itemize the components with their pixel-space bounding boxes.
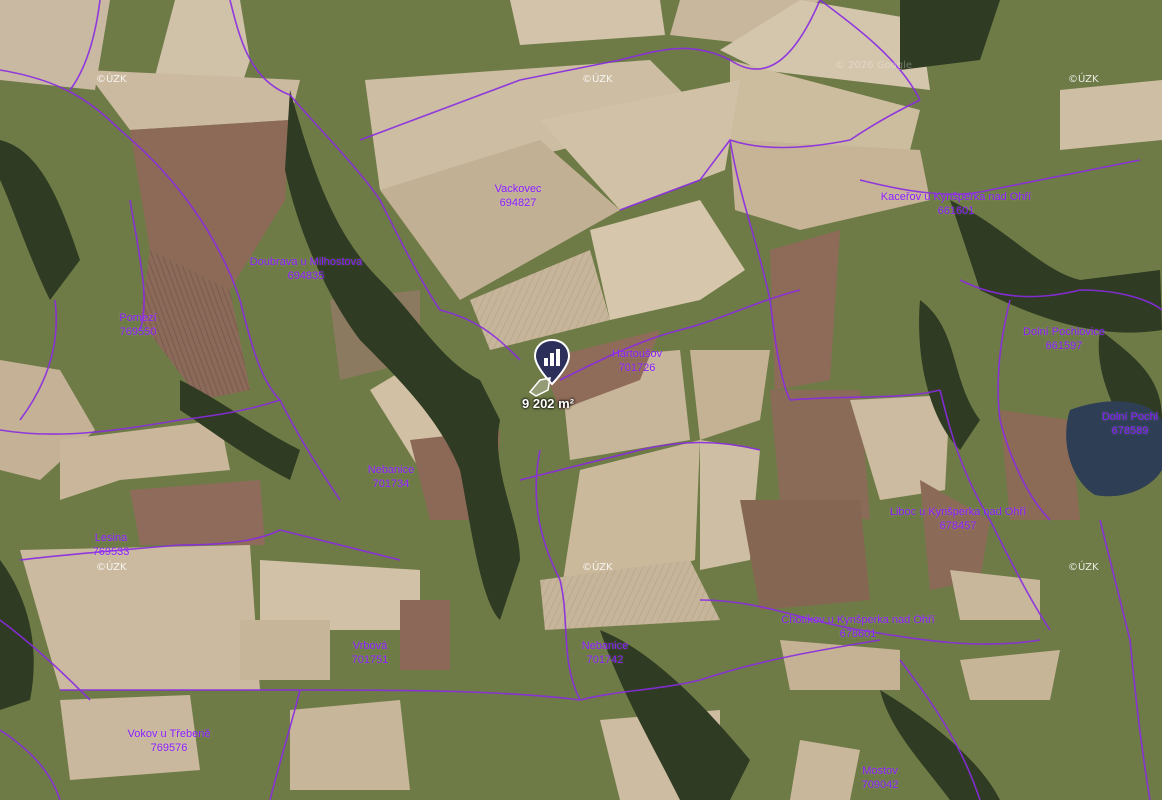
- uzk-watermark: ©ÚZK: [96, 74, 127, 85]
- region-label: Chotíkov u Kynšperka nad Ohří 678601: [781, 614, 935, 640]
- region-label: Doubrava u Milhostova 694835: [249, 256, 363, 282]
- uzk-watermark: ©ÚZK: [582, 562, 613, 573]
- uzk-watermark: ©ÚZK: [1068, 562, 1099, 573]
- selected-parcel-outline[interactable]: [528, 372, 554, 398]
- region-label: Hartoušov 701726: [611, 348, 663, 374]
- region-label: Dolní Pochlovice 661597: [1023, 326, 1105, 352]
- uzk-watermark: ©ÚZK: [1068, 74, 1099, 85]
- satellite-map[interactable]: [0, 0, 1162, 800]
- uzk-watermark: ©ÚZK: [582, 74, 613, 85]
- parcel-area-label: 9 202 m²: [522, 396, 575, 411]
- region-label: Vokov u Třebeně 769576: [127, 728, 211, 754]
- region-label: Nebanice 701742: [581, 640, 629, 666]
- region-label: Lesina 769533: [92, 532, 130, 558]
- region-label: Kaceřov u Kynšperka nad Ohří 661601: [880, 191, 1032, 217]
- region-label: Dolní Pochl 678589: [1101, 411, 1159, 437]
- region-label: Pomezí 769550: [119, 312, 157, 338]
- region-label: Vackovec 694827: [494, 183, 542, 209]
- region-label: Vrbová 701751: [351, 640, 389, 666]
- region-label: Nebanice 701734: [367, 464, 415, 490]
- region-label: Liboc u Kynšperka nad Ohří 678457: [889, 506, 1027, 532]
- google-watermark: © 2026 Google: [835, 60, 913, 71]
- uzk-watermark: ©ÚZK: [96, 562, 127, 573]
- region-label: Mostov 709042: [861, 765, 899, 791]
